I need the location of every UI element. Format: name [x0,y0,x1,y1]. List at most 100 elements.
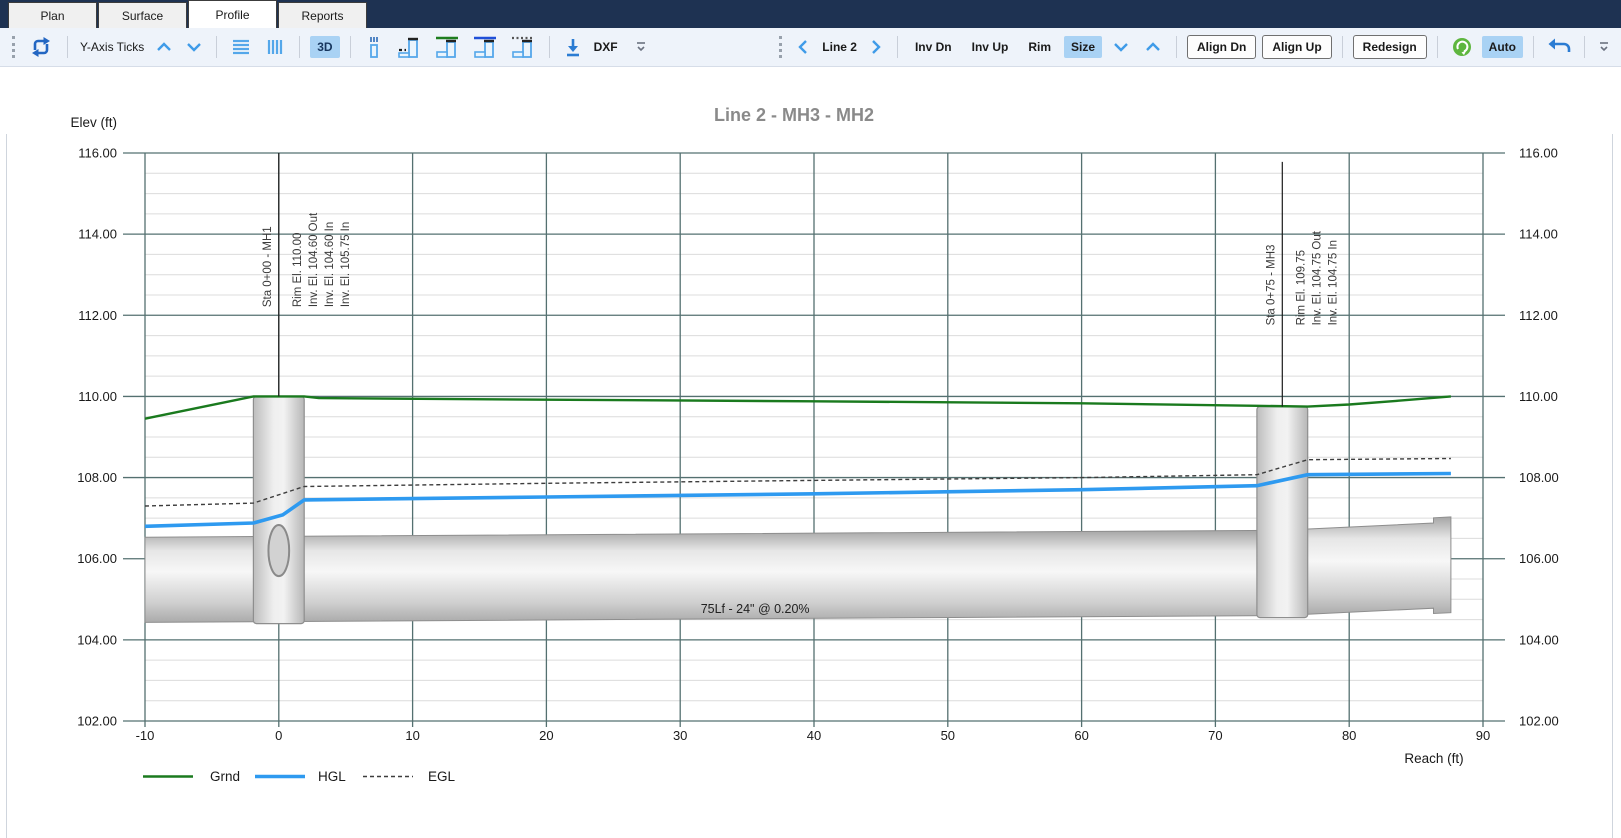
auto-run-icon [1452,38,1471,56]
profile-chart-area: 102.00 102.00 104.00 104.00 106.00 106.00 108.… [0,67,1621,838]
align-dn-button[interactable]: Align Dn [1187,35,1257,59]
pipe-size-label: 75Lf - 24" @ 0.20% [701,602,810,616]
separator [216,36,218,58]
chevron-left-icon [798,40,808,54]
pipe-labels-button[interactable] [393,33,425,61]
y-tick-label: 114.00 [1519,227,1558,242]
overflow-icon [1600,42,1608,52]
y-tick-label: 110.00 [1519,389,1558,404]
application-window: Plan Surface Profile Reports Y-Axis Tick… [0,0,1621,838]
horizontal-gridlines-icon [233,39,250,55]
x-tick-label: -10 [136,728,155,743]
grnd-line [144,395,1451,420]
inv-dn-toggle[interactable]: Inv Dn [908,36,959,58]
x-tick-label: 70 [1208,728,1222,743]
ground-line-toggle-button[interactable] [431,33,463,61]
y-axis-ticks-label: Y-Axis Ticks [80,40,145,54]
window-frame-left [6,134,7,838]
legend-label: HGL [318,769,346,784]
x-tick-label: 10 [405,728,419,743]
toolbar-left-group: Y-Axis Ticks 3D DXF [8,32,650,62]
export-dxf-button[interactable] [560,34,586,60]
y-tick-label: 102.00 [1519,714,1559,729]
y-tick-label: 106.00 [1519,551,1559,566]
size-toggle[interactable]: Size [1063,36,1102,58]
station-label: Sta 0+75 - MH3 [1265,245,1277,326]
manhole-2[interactable] [1256,406,1309,619]
y-tick-label: 112.00 [1519,308,1558,323]
manhole-ticks-button[interactable] [361,33,387,61]
nudge-down-button[interactable] [1108,37,1134,57]
lateral-pipe-opening [267,524,291,578]
x-tick-label: 0 [275,728,282,743]
y-tick-label: 112.00 [78,308,117,323]
x-tick-label: 60 [1074,728,1088,743]
y-tick-label: 116.00 [1519,146,1558,161]
manhole-info-label: Inv. El. 104.60 Out [308,212,320,307]
tab-bar: Plan Surface Profile Reports [0,0,1621,28]
x-tick-label: 20 [539,728,553,743]
manhole-ticks-icon [369,37,378,58]
x-tick-label: 30 [673,728,687,743]
3d-toggle[interactable]: 3D [310,36,340,58]
horizontal-grid-button[interactable] [227,35,255,59]
tab-reports[interactable]: Reports [278,2,367,28]
manhole-info-label: Inv. El. 105.75 In [340,222,352,307]
y-tick-label: 106.00 [77,551,117,566]
toolbar-overflow-button[interactable] [1595,38,1613,56]
hgl-line-toggle-button[interactable] [469,33,501,61]
profile-view[interactable]: 102.00 102.00 104.00 104.00 106.00 106.00 108.… [0,67,1621,838]
nudge-up-button[interactable] [1140,37,1166,57]
ground-line-icon [435,36,458,58]
drag-grip-icon[interactable] [12,36,15,58]
inv-up-toggle[interactable]: Inv Up [965,36,1016,58]
next-line-button[interactable] [865,36,887,58]
vertical-grid-button[interactable] [261,35,289,59]
toolbar-right-group: Line 2 Inv Dn Inv Up Rim Size Align Dn A… [775,34,1613,60]
manhole-1[interactable] [252,395,305,625]
tab-plan[interactable]: Plan [8,2,97,28]
y-axis-title: Elev (ft) [70,115,117,130]
pipe-labels-icon [397,37,418,58]
manhole-info-label: Inv. El. 104.75 Out [1311,230,1323,325]
auto-run-button[interactable] [1448,34,1476,60]
vertical-gridlines-icon [268,40,283,54]
tab-surface[interactable]: Surface [98,2,187,28]
manhole-info-label: Inv. El. 104.60 In [324,222,336,307]
y-tick-label: 108.00 [1519,470,1559,485]
y-tick-label: 116.00 [78,146,117,161]
rim-toggle[interactable]: Rim [1021,36,1058,58]
separator [1436,36,1438,58]
manhole-info-label: Inv. El. 104.75 In [1327,240,1339,325]
profile-toolbar: Y-Axis Ticks 3D DXF Line 2 Inv Dn Inv Up… [0,28,1621,67]
separator [1584,36,1585,58]
x-tick-label: 40 [807,728,821,743]
dxf-label[interactable]: DXF [594,40,618,54]
y-tick-label: 114.00 [78,227,117,242]
chart-title: Line 2 - MH3 - MH2 [714,105,874,125]
egl-line-toggle-button[interactable] [507,33,539,61]
drag-grip-icon[interactable] [779,36,783,58]
chevron-up-icon [1146,42,1160,51]
hgl-line-icon [473,36,496,58]
x-tick-label: 90 [1476,728,1490,743]
y-tick-label: 108.00 [77,470,117,485]
refresh-button[interactable] [25,32,57,62]
previous-line-button[interactable] [792,36,814,58]
chevron-right-icon [872,40,881,54]
station-label: Sta 0+00 - MH1 [262,226,274,307]
y-tick-label: 104.00 [77,632,117,647]
y-ticks-decrease-button[interactable] [182,37,206,57]
auto-toggle[interactable]: Auto [1481,36,1523,58]
undo-button[interactable] [1544,35,1574,59]
toolbar-overflow-button[interactable] [632,38,650,56]
redesign-button[interactable]: Redesign [1352,35,1427,59]
chevron-up-icon [157,42,172,51]
separator [548,36,550,58]
undo-icon [1548,38,1571,52]
manhole-info-label: Rim El. 110.00 [292,233,304,308]
y-ticks-increase-button[interactable] [152,37,176,57]
tab-profile[interactable]: Profile [188,0,277,28]
chart-legend: Grnd HGL EGL [143,769,456,784]
align-up-button[interactable]: Align Up [1262,35,1332,59]
